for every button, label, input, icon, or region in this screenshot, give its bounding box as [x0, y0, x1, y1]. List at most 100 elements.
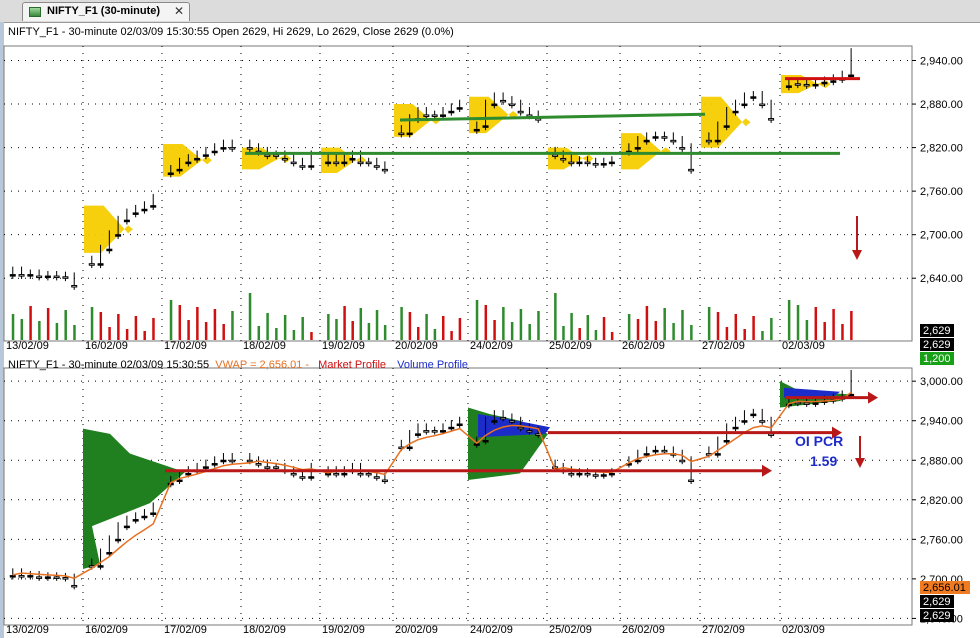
lower-candle-body — [273, 466, 280, 469]
lower-candle-body — [141, 515, 148, 519]
upper-candle-body — [9, 274, 16, 277]
upper-candle-body — [473, 128, 480, 132]
lower-candle-body — [290, 472, 297, 476]
lower-candle-body — [202, 466, 209, 469]
lower-candle-body — [36, 576, 43, 579]
volume-bar — [196, 307, 199, 340]
upper-candle-body — [176, 168, 183, 172]
upper-candle-body — [273, 154, 280, 157]
upper-candle-body — [185, 161, 192, 165]
lower-candle-body — [255, 463, 262, 466]
volume-bar — [663, 308, 666, 340]
volume-bar — [841, 324, 844, 340]
lower-y-tick-label: 2,880.00 — [920, 455, 963, 467]
lower-candle-body — [600, 474, 607, 477]
upper-candle-body — [88, 263, 95, 266]
upper-candle-body — [661, 136, 668, 139]
volume-bar — [99, 312, 103, 340]
lower-candle-body — [634, 459, 641, 463]
lower-price-tag-1: 2,629 — [923, 596, 951, 608]
lower-candle-body — [44, 576, 51, 579]
upper-candle-body — [803, 83, 810, 87]
upper-candle-body — [229, 147, 236, 150]
volume-bar — [55, 323, 59, 340]
upper-candle-body — [194, 157, 201, 161]
price-chart[interactable]: 2,940.00 2,880.00 2,820.00 2,760.00 2,700.00… — [0, 22, 980, 638]
upper-candle-body — [785, 85, 792, 88]
volume-bar — [734, 314, 738, 340]
lower-candle-body — [508, 420, 515, 423]
volume-bar — [367, 323, 371, 340]
tab-bar: NIFTY_F1 (30-minute) ✕ — [0, 0, 980, 23]
tab-nifty-chart[interactable]: NIFTY_F1 (30-minute) ✕ — [22, 2, 190, 21]
lower-candle-body — [220, 459, 227, 463]
lower-candle-body — [643, 453, 650, 456]
volume-bar — [383, 325, 387, 340]
upper-candle-body — [812, 83, 819, 87]
oi-pcr-label: OI PCR — [795, 433, 843, 449]
volume-bar — [231, 311, 234, 340]
upper-candle-body — [821, 81, 828, 85]
volume-bar — [117, 314, 120, 340]
volume-bar — [222, 324, 225, 340]
upper-candle-body — [670, 139, 677, 143]
lower-candle-body — [264, 466, 271, 469]
lower-candle-body — [592, 474, 599, 477]
upper-candle-body — [349, 157, 356, 161]
lower-candle-body — [812, 402, 819, 405]
upper-candle-body — [723, 125, 730, 128]
upper-y-tick-label: 2,820.00 — [920, 143, 963, 155]
upper-candle-body — [299, 165, 306, 168]
volume-bar — [602, 317, 606, 340]
lower-x-tick-label: 19/02/09 — [322, 624, 365, 636]
upper-candle-body — [768, 118, 775, 121]
upper-candle-body — [848, 74, 855, 78]
volume-bar — [283, 315, 287, 340]
lower-pane-title: NIFTY_F1 - 30-minute 02/03/09 15:30:55 V… — [8, 359, 468, 371]
volume-bar — [64, 310, 67, 340]
volume-bar — [187, 320, 190, 340]
volume-bar — [484, 305, 488, 340]
upper-candle-body — [27, 274, 34, 277]
volume-bar — [343, 306, 346, 340]
upper-candle-body — [44, 275, 51, 279]
upper-x-tick-label: 27/02/09 — [702, 340, 745, 352]
volume-bar — [327, 314, 330, 340]
upper-candle-body — [705, 139, 712, 143]
upper-x-tick-label: 26/02/09 — [622, 340, 665, 352]
upper-price-tags: 2,629 2,629 1,200 — [920, 324, 954, 365]
upper-candle-body — [560, 157, 567, 161]
volume-bar — [578, 328, 581, 340]
lower-candle-body — [357, 472, 364, 476]
lower-candle-body — [491, 420, 498, 423]
upper-x-tick-label: 24/02/09 — [470, 340, 513, 352]
volume-bar — [743, 329, 746, 340]
lower-x-tick-label: 18/02/09 — [243, 624, 286, 636]
lower-candle-body — [246, 459, 253, 463]
volume-bar — [108, 327, 111, 340]
lower-candle-body — [115, 538, 122, 542]
upper-candle-body — [714, 139, 721, 143]
lower-candle-body — [526, 430, 533, 433]
lower-candle-body — [440, 430, 446, 433]
lower-x-tick-label: 16/02/09 — [85, 624, 128, 636]
lower-candle-body — [333, 472, 340, 476]
upper-y-tick-label: 2,940.00 — [920, 56, 963, 68]
close-icon[interactable]: ✕ — [174, 4, 184, 18]
volume-bar — [450, 331, 453, 340]
upper-candle-body — [325, 161, 332, 165]
upper-candle-body — [652, 136, 659, 139]
lower-candle-body — [18, 575, 25, 578]
volume-bar — [570, 313, 573, 340]
lower-candle-body — [229, 459, 236, 463]
upper-candle-body — [123, 219, 130, 223]
lower-candle-body — [53, 576, 60, 579]
lower-candle-body — [62, 577, 69, 580]
lower-x-tick-label: 24/02/09 — [470, 624, 513, 636]
upper-candle-body — [600, 163, 607, 166]
lower-candle-body — [423, 430, 430, 433]
lower-candle-body — [661, 449, 668, 453]
volume-bar — [73, 325, 76, 340]
volume-bar — [301, 317, 304, 340]
upper-candle-body — [71, 284, 78, 288]
